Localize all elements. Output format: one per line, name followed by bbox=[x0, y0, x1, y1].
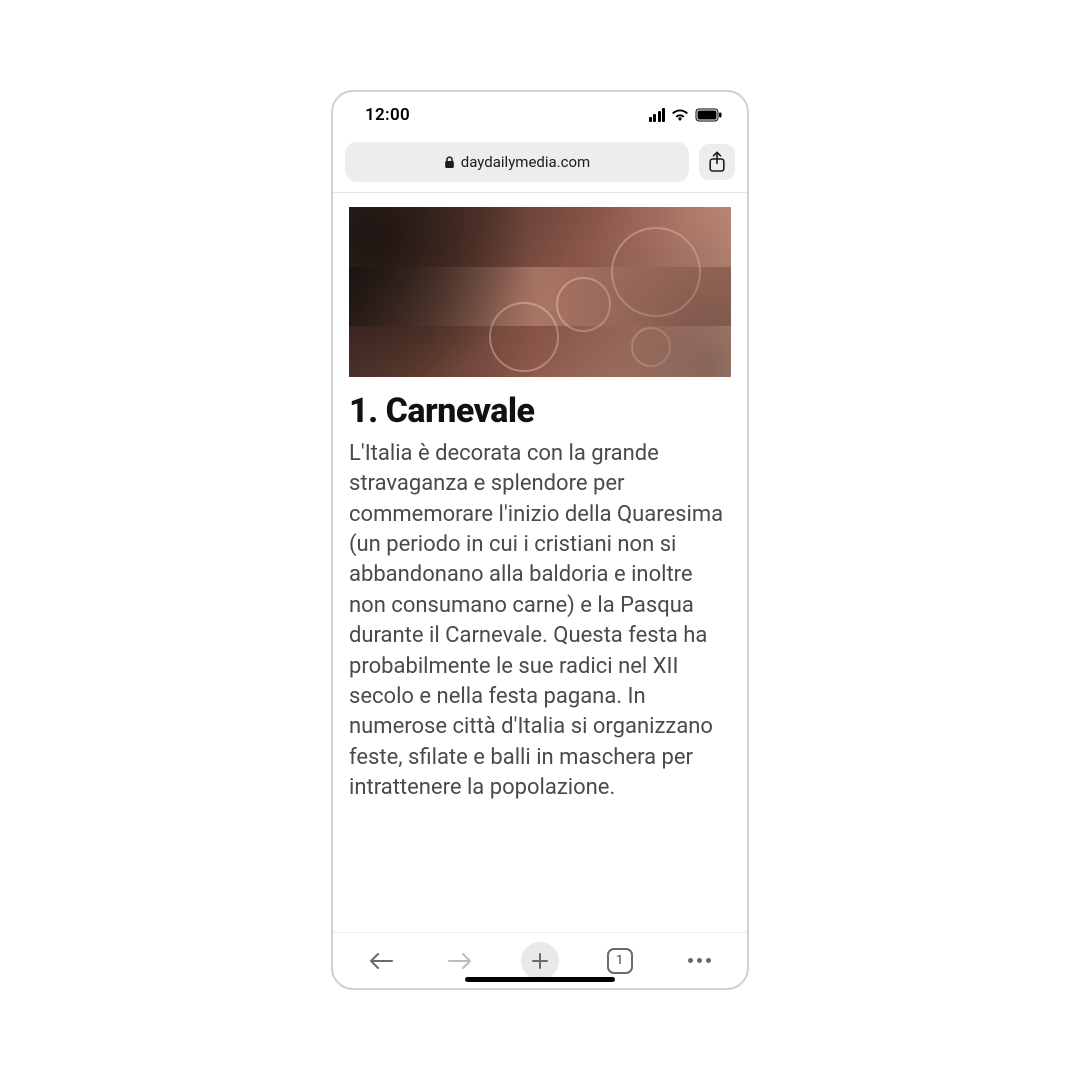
home-indicator[interactable] bbox=[465, 977, 615, 982]
new-tab-button[interactable] bbox=[518, 939, 562, 983]
tabs-count: 1 bbox=[607, 948, 633, 974]
menu-button[interactable] bbox=[677, 939, 721, 983]
more-icon bbox=[688, 958, 711, 963]
page-content[interactable]: 1. Carnevale L'Italia è decorata con la … bbox=[333, 193, 747, 932]
article-hero-image bbox=[349, 207, 731, 377]
battery-icon bbox=[695, 108, 723, 122]
browser-chrome-top: daydailymedia.com bbox=[333, 138, 747, 193]
status-time: 12:00 bbox=[365, 105, 410, 125]
address-bar[interactable]: daydailymedia.com bbox=[345, 142, 689, 182]
back-button[interactable] bbox=[359, 939, 403, 983]
arrow-left-icon bbox=[368, 951, 394, 971]
plus-icon bbox=[531, 952, 549, 970]
tabs-button[interactable]: 1 bbox=[598, 939, 642, 983]
status-bar: 12:00 bbox=[333, 92, 747, 138]
article-body: L'Italia è decorata con la grande strava… bbox=[349, 439, 731, 803]
lock-icon bbox=[444, 156, 455, 169]
status-icons bbox=[649, 108, 724, 122]
share-icon bbox=[708, 151, 726, 173]
share-button[interactable] bbox=[699, 144, 735, 180]
url-text: daydailymedia.com bbox=[461, 153, 590, 171]
cellular-signal-icon bbox=[649, 108, 666, 122]
article-heading: 1. Carnevale bbox=[349, 391, 731, 431]
wifi-icon bbox=[671, 108, 689, 122]
arrow-right-icon bbox=[447, 951, 473, 971]
forward-button[interactable] bbox=[438, 939, 482, 983]
phone-frame: 12:00 daydailymedia.com bbox=[331, 90, 749, 990]
